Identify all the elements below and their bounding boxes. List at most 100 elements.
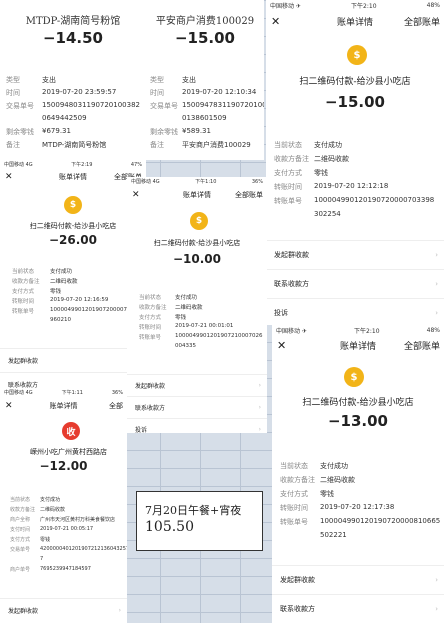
detail-value: 0138601509: [182, 114, 227, 122]
detail-row: 7: [10, 556, 43, 562]
detail-row: 交易单号 4200000401201907212136043257: [10, 546, 127, 553]
close-icon[interactable]: ✕: [5, 401, 13, 411]
detail-row: 转账时间 2019-07-20 12:16:59: [12, 297, 108, 305]
detail-label: 交易单号: [150, 102, 178, 110]
detail-value: 7: [40, 556, 44, 562]
detail-label: 备注: [6, 141, 20, 149]
detail-value: 4200000401201907212136043257: [40, 546, 127, 552]
detail-row: 支付方式 零钱: [139, 313, 186, 321]
detail-label: 转账单号: [139, 335, 162, 341]
detail-label: 收款方备注: [280, 476, 315, 484]
detail-label: 转账单号: [12, 309, 35, 315]
payment-amount: −12.00: [39, 459, 88, 473]
action-link-label: 发起群收款: [135, 383, 166, 390]
action-link[interactable]: 发起群收款›: [272, 565, 444, 594]
carrier-label: 中国移动 ✈: [270, 2, 301, 10]
detail-value: 二维码收款: [320, 476, 355, 484]
nav-bar: ✕ 账单详情 全部账单: [272, 337, 444, 353]
chevron-right-icon: ›: [258, 404, 261, 411]
battery-label: 36%: [111, 389, 123, 396]
detail-label: 当前状态: [274, 141, 302, 149]
bill-detail-screenshot-26: 中国移动 4G 下午2:19 47% ✕ 账单详情 全部账单 $ 扫二维码付款-…: [0, 160, 146, 388]
detail-label: 转账单号: [274, 197, 302, 205]
detail-label: 转账时间: [274, 183, 302, 191]
action-link[interactable]: 联系收款方›: [266, 269, 444, 298]
action-link[interactable]: 投诉 ›: [127, 418, 267, 433]
close-icon[interactable]: ✕: [132, 190, 140, 200]
close-icon[interactable]: ✕: [271, 15, 280, 28]
status-time: 下午2:10: [351, 2, 377, 10]
action-link[interactable]: 联系收款方›: [0, 372, 146, 388]
all-bills-link[interactable]: 全部账单: [404, 15, 440, 28]
action-link-label: 投诉: [135, 427, 148, 433]
close-icon[interactable]: ✕: [5, 172, 13, 182]
action-link[interactable]: 发起群收款›: [0, 598, 127, 622]
detail-value: ¥679.31: [42, 127, 71, 135]
carrier-label: 中国移动 ✈: [276, 327, 307, 335]
money-bag-icon: $: [347, 45, 367, 65]
detail-value: 二维码收款: [175, 305, 203, 311]
detail-label: 收款方备注: [274, 155, 309, 163]
detail-row: 剩余零钱 ¥679.31: [6, 127, 71, 137]
detail-label: 时间: [6, 89, 20, 97]
detail-row: 备注 MTDP-湖南简号粉馆: [6, 140, 106, 150]
detail-row: 转账时间 2019-07-21 00:01:01: [139, 323, 233, 331]
detail-value: ¥589.31: [182, 127, 211, 135]
action-link[interactable]: 发起群收款 ›: [266, 240, 444, 269]
nav-title: 账单详情: [59, 173, 87, 181]
action-link[interactable]: 联系收款方 ›: [127, 396, 267, 418]
detail-value: 2019-07-20 23:59:57: [42, 88, 117, 96]
all-bills-link[interactable]: 全部账单: [235, 190, 263, 200]
detail-label: 支付方式: [12, 289, 35, 295]
carrier-label: 中国移动 4G: [131, 179, 160, 185]
detail-value: 支付成功: [175, 295, 198, 301]
all-bills-link[interactable]: 全部: [109, 401, 123, 411]
action-link-label: 联系收款方: [135, 405, 166, 412]
status-time: 下午2:19: [71, 162, 93, 168]
detail-row: 转账时间 2019-07-20 12:12:18: [274, 182, 388, 192]
chevron-right-icon: ›: [258, 426, 261, 433]
action-link[interactable]: 投诉 ›: [266, 298, 444, 325]
action-link[interactable]: 发起群收款›: [127, 374, 267, 396]
detail-label: [10, 556, 40, 562]
bill-detail-screenshot-13: 中国移动 ✈ 下午2:10 48% ✕ 账单详情 全部账单 $ 扫二维码付款-给…: [272, 325, 444, 623]
chevron-right-icon: ›: [435, 280, 438, 288]
detail-value: 零钱: [50, 289, 62, 295]
detail-row: 转账单号 1000049901201907210007026: [139, 333, 262, 341]
nav-title: 账单详情: [49, 402, 78, 410]
chevron-right-icon: ›: [435, 251, 438, 259]
detail-label: [280, 531, 320, 539]
detail-value: 004335: [175, 343, 196, 349]
detail-value: 支付成功: [50, 269, 73, 275]
action-link-label: 联系收款方: [280, 605, 315, 613]
detail-row: 转账单号 100004990120190720000703398: [274, 196, 434, 206]
detail-row: 004335: [139, 343, 196, 349]
detail-row: 960210: [12, 317, 71, 323]
detail-row: 转账时间 2019-07-20 12:17:38: [280, 503, 394, 513]
note-title: 7月20日午餐+宵夜: [145, 504, 242, 517]
detail-label: 转账时间: [12, 299, 35, 305]
status-time: 下午1:11: [61, 390, 83, 396]
detail-value: 平安商户消费100029: [182, 141, 251, 149]
battery-label: 48%: [426, 326, 440, 334]
action-link-label: 发起群收款: [274, 251, 309, 259]
money-bag-icon: $: [344, 367, 364, 387]
detail-row: 当前状态 支付成功: [12, 267, 72, 275]
action-link[interactable]: 联系收款方›: [272, 594, 444, 623]
battery-label: 36%: [251, 178, 263, 185]
receipt-merchant: MTDP-湖南简号粉馆: [25, 16, 121, 27]
merchant-name: 嵘州小吃广州黄村西路店: [30, 448, 107, 456]
detail-row: 支付时间 2019-07-21 00:05:17: [10, 526, 93, 533]
close-icon[interactable]: ✕: [277, 339, 286, 352]
note-total: 105.50: [145, 519, 194, 535]
battery-label: 47%: [130, 161, 142, 168]
detail-value: 1500947831190720100380: [182, 101, 264, 109]
detail-label: 商户全称: [10, 517, 31, 523]
payment-amount: −10.00: [172, 252, 221, 266]
all-bills-link[interactable]: 全部账单: [404, 339, 440, 352]
detail-row: 当前状态 支付成功: [280, 461, 348, 471]
detail-label: 收款方备注: [10, 507, 36, 513]
detail-label: 转账时间: [280, 504, 308, 512]
money-bag-icon: $: [190, 212, 208, 230]
action-link[interactable]: 发起群收款›: [0, 348, 146, 372]
